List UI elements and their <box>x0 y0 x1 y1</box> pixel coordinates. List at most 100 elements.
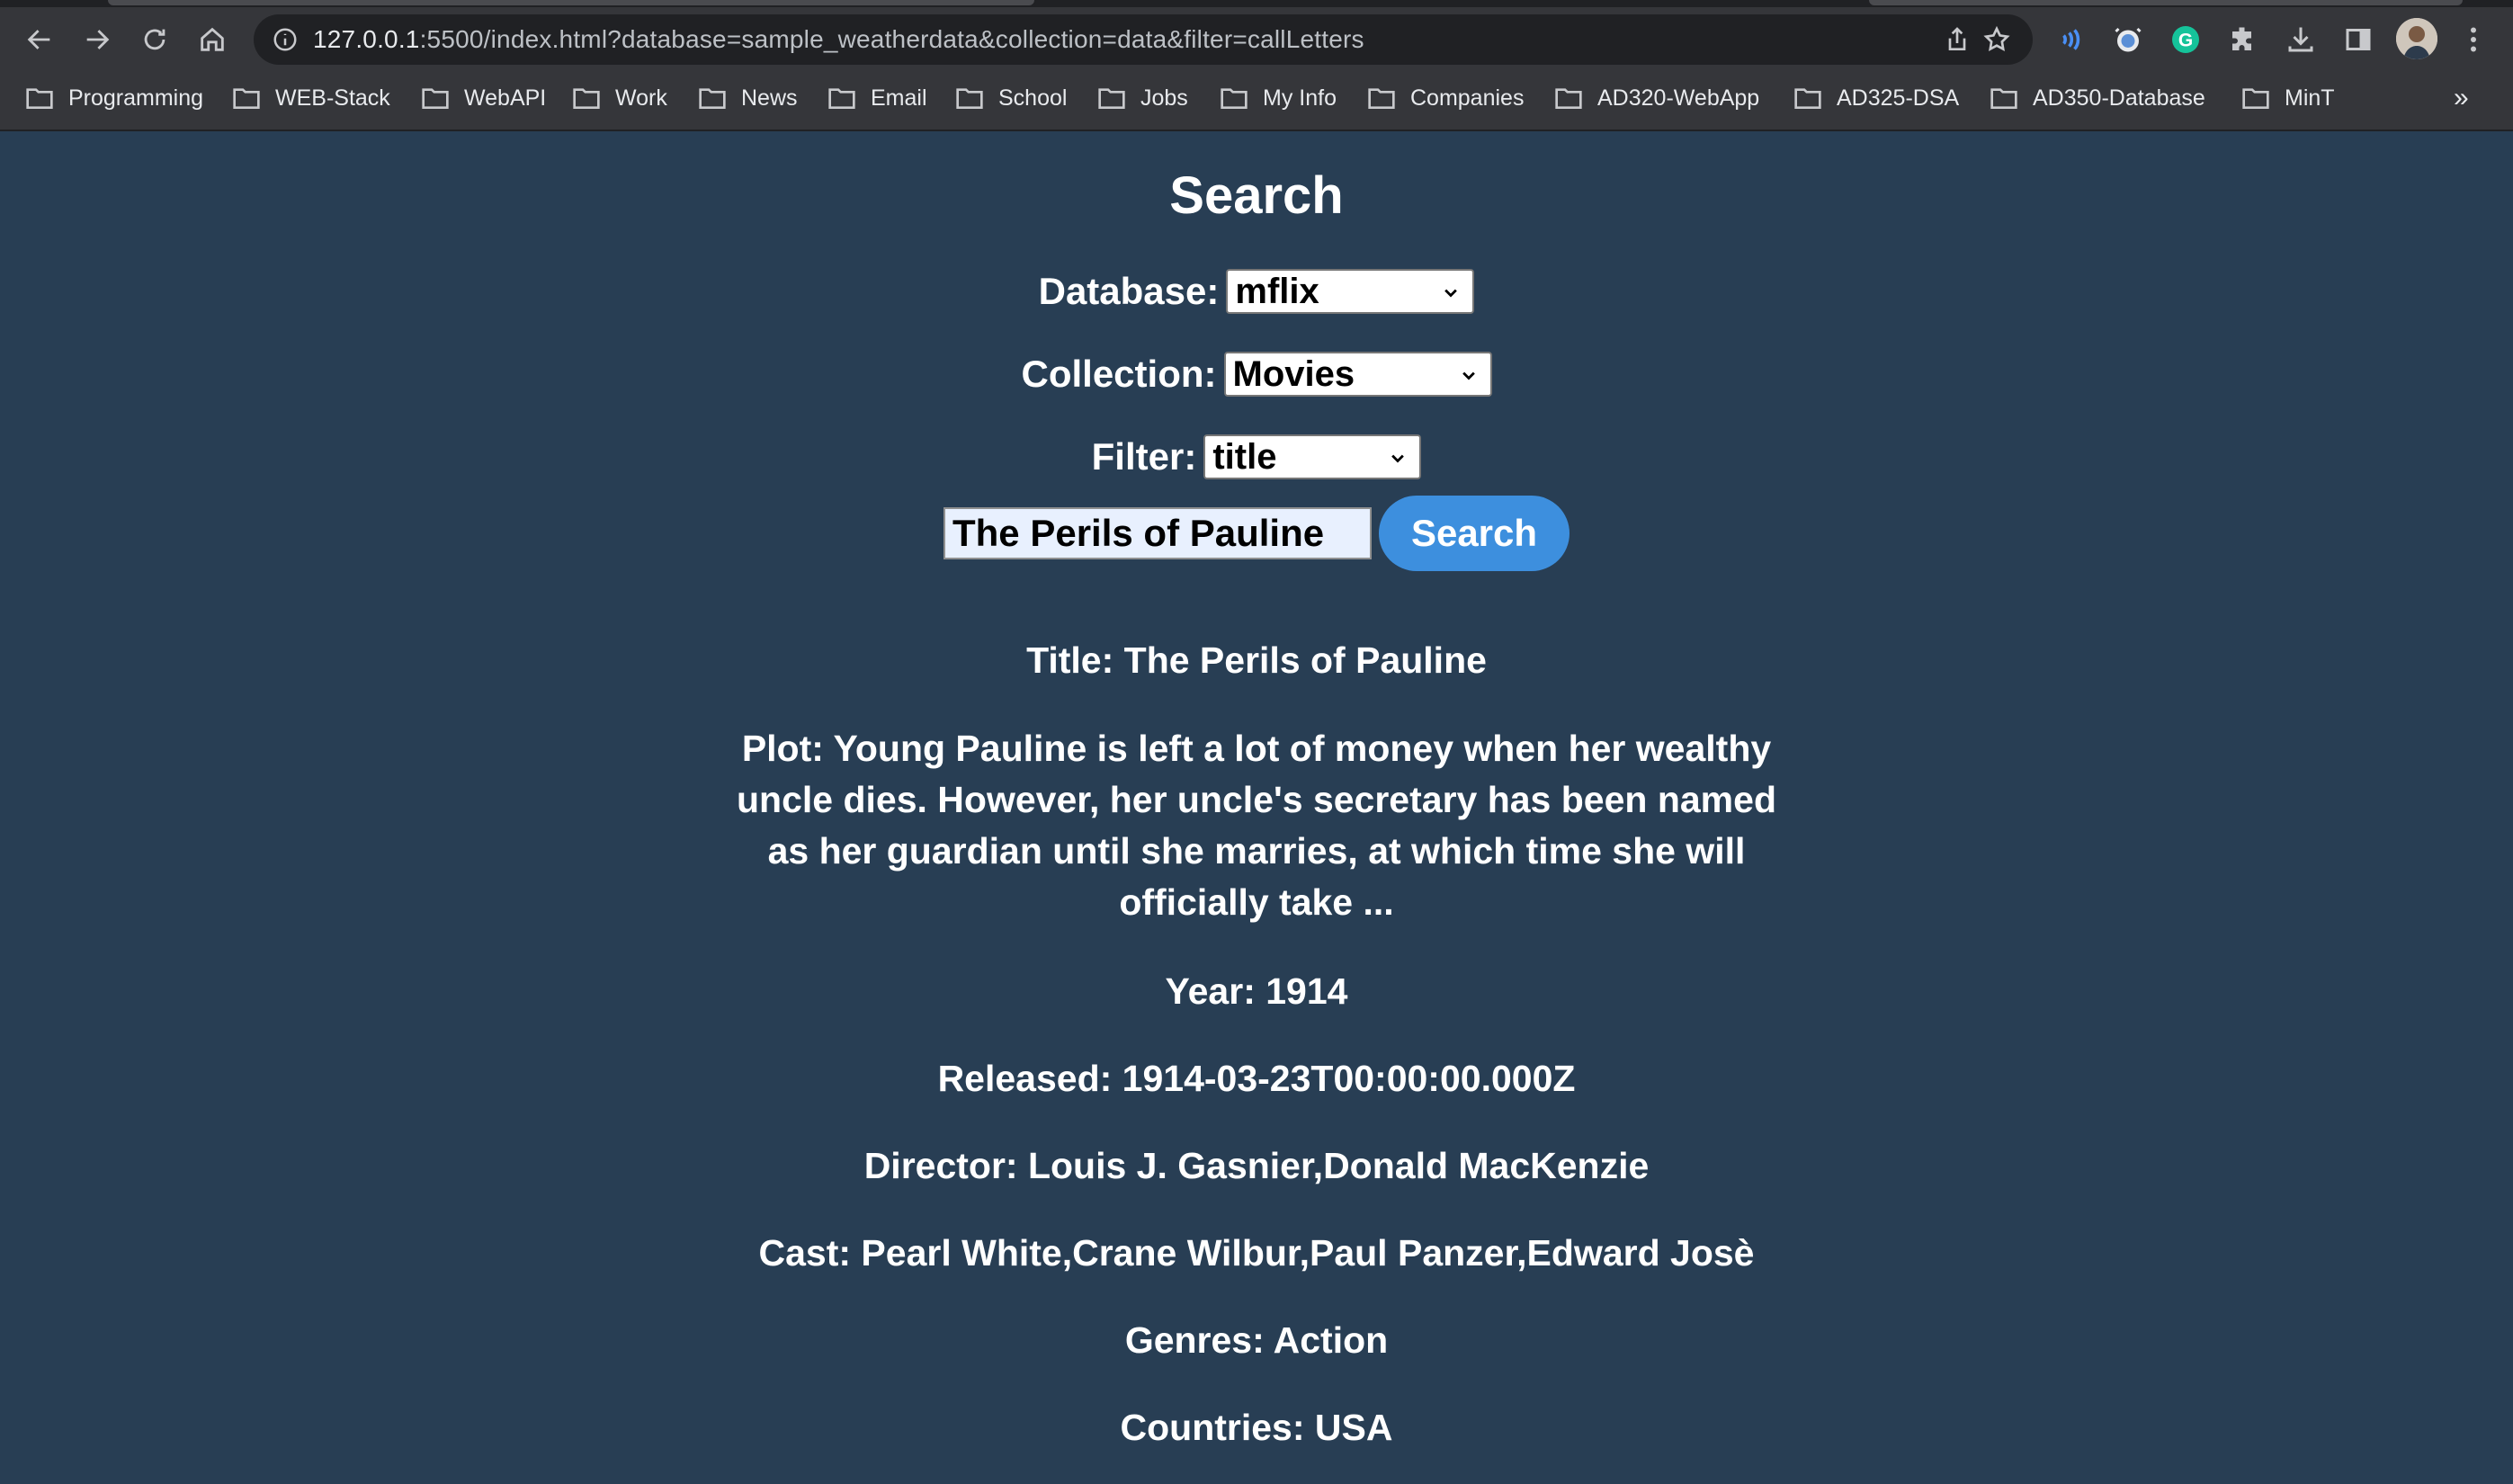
folder-icon <box>956 88 983 109</box>
bookmark-folder[interactable]: Programming <box>25 76 203 121</box>
home-button[interactable] <box>185 13 239 67</box>
search-button[interactable]: Search <box>1379 496 1570 571</box>
site-info-icon[interactable] <box>270 24 300 55</box>
alarm-extension-icon[interactable] <box>2110 22 2146 58</box>
bookmark-folder[interactable]: WebAPI <box>421 76 546 121</box>
downloads-icon[interactable] <box>2283 22 2319 58</box>
collection-select[interactable]: Movies <box>1223 352 1492 397</box>
filter-selected-value: title <box>1212 436 1277 477</box>
folder-icon <box>699 88 726 109</box>
folder-icon <box>1990 88 2017 109</box>
toolbar: 127.0.0.1:5500/index.html?database=sampl… <box>0 13 2513 67</box>
database-label: Database: <box>1038 270 1220 312</box>
result-year: Year: 1914 <box>1165 970 1348 1012</box>
result-released: Released: 1914-03-23T00:00:00.000Z <box>937 1058 1576 1099</box>
filter-label: Filter: <box>1091 435 1197 478</box>
result-plot: Plot: Young Pauline is left a lot of mon… <box>737 728 1776 923</box>
reload-icon <box>144 29 165 50</box>
bookmark-label: AD320-WebApp <box>1597 85 1760 111</box>
folder-icon <box>573 88 600 109</box>
database-select[interactable]: mflix <box>1226 269 1475 314</box>
bookmark-label: Companies <box>1410 85 1525 111</box>
url-path: :5500/index.html?database=sample_weather… <box>419 25 1364 53</box>
extensions-puzzle-icon[interactable] <box>2225 22 2261 58</box>
bookmark-label: AD350-Database <box>2033 85 2205 111</box>
collection-label: Collection: <box>1021 353 1217 395</box>
browser-chrome: 127.0.0.1:5500/index.html?database=sampl… <box>0 0 2513 131</box>
bookmark-label: Email <box>871 85 927 111</box>
reload-button[interactable] <box>128 13 182 67</box>
result-countries: Countries: USA <box>1120 1407 1393 1448</box>
bookmark-label: WebAPI <box>464 85 547 111</box>
address-bar[interactable]: 127.0.0.1:5500/index.html?database=sampl… <box>254 14 2033 65</box>
bookmark-folder[interactable]: MinT <box>2241 76 2335 121</box>
bookmark-folder[interactable]: My Info <box>1220 76 1337 121</box>
database-row: Database: mflix <box>0 264 2513 318</box>
bookmark-label: My Info <box>1263 85 1337 111</box>
url-text[interactable]: 127.0.0.1:5500/index.html?database=sampl… <box>313 25 1364 54</box>
filter-row: Filter: title <box>0 430 2513 484</box>
bookmark-label: News <box>741 85 798 111</box>
search-input[interactable]: The Perils of Pauline <box>943 507 1372 559</box>
filter-select[interactable]: title <box>1203 434 1422 479</box>
bookmark-label: WEB-Stack <box>275 85 390 111</box>
folder-icon <box>828 88 855 109</box>
result-cast: Cast: Pearl White,Crane Wilbur,Paul Panz… <box>758 1232 1755 1274</box>
profile-avatar[interactable] <box>2396 18 2437 59</box>
bookmark-label: Work <box>615 85 667 111</box>
page-title: Search <box>1169 166 1344 225</box>
bookmark-folder[interactable]: Companies <box>1367 76 1524 121</box>
search-row: The Perils of Pauline Search <box>0 493 2513 574</box>
bookmark-label: MinT <box>2285 85 2335 111</box>
page-content: Search Database: mflix Collection: Movie… <box>0 131 2513 1484</box>
result-plot-container: Plot: Young Pauline is left a lot of mon… <box>0 723 2513 928</box>
chevron-down-icon <box>1462 371 1475 380</box>
bookmark-folder[interactable]: AD350-Database <box>1990 76 2205 121</box>
bookmark-folder[interactable]: News <box>698 76 798 121</box>
read-aloud-extension-icon[interactable] <box>2052 22 2088 58</box>
folder-icon <box>1098 88 1125 109</box>
svg-text:G: G <box>2178 31 2193 51</box>
share-icon[interactable] <box>1941 23 1973 56</box>
bookmarks-bar: Programming WEB-Stack WebAPI Work News E… <box>0 76 2513 121</box>
bookmark-label: Programming <box>68 85 204 111</box>
forward-arrow-icon <box>86 30 110 49</box>
bookmarks-overflow-button[interactable]: » <box>2454 76 2469 121</box>
bookmark-folder[interactable]: Jobs <box>1097 76 1188 121</box>
bookmark-label: School <box>998 85 1068 111</box>
result-genres: Genres: Action <box>1124 1319 1389 1361</box>
result-title: Title: The Perils of Pauline <box>1026 639 1487 681</box>
folder-icon <box>1368 88 1395 109</box>
folder-icon <box>422 88 449 109</box>
bookmark-label: AD325-DSA <box>1837 85 1960 111</box>
bookmark-folder[interactable]: AD325-DSA <box>1793 76 1959 121</box>
home-icon <box>201 27 224 51</box>
database-selected-value: mflix <box>1235 271 1319 311</box>
url-host: 127.0.0.1 <box>313 25 420 53</box>
bookmark-folder[interactable]: School <box>955 76 1067 121</box>
folder-icon <box>1221 88 1248 109</box>
folder-icon <box>1555 88 1582 109</box>
back-button[interactable] <box>13 13 67 67</box>
folder-icon <box>1794 88 1821 109</box>
bookmark-folder[interactable]: Work <box>572 76 667 121</box>
side-panel-icon[interactable] <box>2340 22 2376 58</box>
menu-kebab-icon[interactable] <box>2455 22 2491 58</box>
inactive-tab-edge[interactable] <box>1869 0 2463 5</box>
bookmark-star-icon[interactable] <box>1981 23 2013 56</box>
bookmark-folder[interactable]: WEB-Stack <box>232 76 390 121</box>
bookmark-folder[interactable]: AD320-WebApp <box>1554 76 1759 121</box>
folder-icon <box>2242 88 2269 109</box>
result-director: Director: Louis J. Gasnier,Donald MacKen… <box>863 1145 1650 1186</box>
folder-icon <box>233 88 260 109</box>
active-tab-edge[interactable] <box>108 0 1034 5</box>
chevron-down-icon <box>1444 289 1458 298</box>
bookmark-label: Jobs <box>1140 85 1188 111</box>
grammarly-extension-icon[interactable]: G <box>2168 22 2204 58</box>
forward-button[interactable] <box>70 13 124 67</box>
chevron-down-icon <box>1391 454 1405 463</box>
collection-row: Collection: Movies <box>0 347 2513 401</box>
bookmark-folder[interactable]: Email <box>827 76 927 121</box>
folder-icon <box>26 88 53 109</box>
back-arrow-icon <box>27 30 50 49</box>
